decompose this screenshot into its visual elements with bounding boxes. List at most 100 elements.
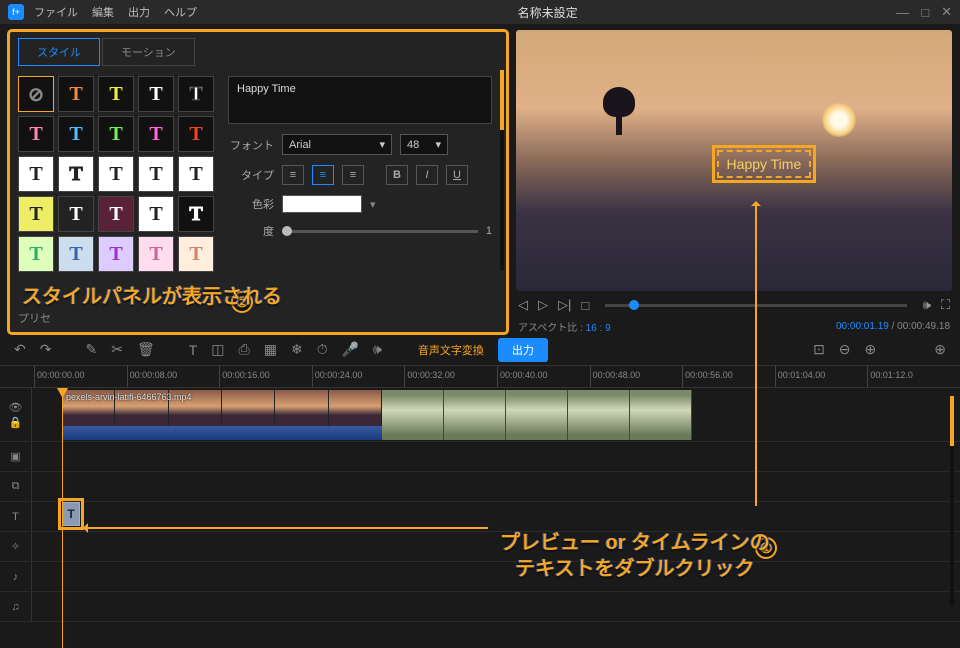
timeline-scrollbar[interactable] [950,396,954,606]
freeze-icon[interactable]: ❄ [291,341,303,358]
pip-track-icon[interactable]: ⧉ [0,472,32,501]
timeline-ruler[interactable]: 00:00:00.00 00:00:08.00 00:00:16.00 00:0… [0,366,960,388]
style-swatch[interactable]: T [98,76,134,112]
volume-button[interactable]: 🕪 [923,297,931,313]
color-label: 色彩 [228,196,274,212]
video-clip-1[interactable]: pexels-arvin-latifi-6466763.mp4 [62,390,382,440]
style-swatch[interactable]: T [58,196,94,232]
panel-scrollbar[interactable] [500,70,504,270]
zoom-in-icon[interactable]: ⊕ [865,341,877,358]
preview-video[interactable]: Happy Time [516,30,952,291]
tab-style[interactable]: スタイル [18,38,100,66]
menu-export[interactable]: 出力 [128,4,150,20]
style-swatch[interactable]: T [98,196,134,232]
timeline-toolbar: ↶ ↷ ✎ ✂ 🗑 T ◫ ⎙ ▦ ❄ ⏱ 🎤 🕪 音声文字変換 出力 ⊡ ⊖ … [0,334,960,366]
aspect-ratio[interactable]: 16 : 9 [586,323,611,334]
align-left-button[interactable]: ≡ [282,165,304,185]
speed-icon[interactable]: ⏱ [317,341,328,358]
style-swatch[interactable]: T [138,236,174,272]
mic-icon[interactable]: 🎤 [342,341,359,358]
video-clip-2[interactable] [382,390,692,440]
style-swatch[interactable]: T [98,156,134,192]
text-tool-icon[interactable]: T [189,342,198,358]
style-swatch[interactable]: T [18,156,54,192]
opacity-slider[interactable] [282,230,478,233]
zoom-in-right-icon[interactable]: ⊕ [934,341,946,358]
align-right-button[interactable]: ≡ [342,165,364,185]
stop-button[interactable]: □ [581,298,589,313]
close-button[interactable]: ✕ [941,4,952,20]
style-swatch[interactable]: T [98,116,134,152]
ruler-tick: 00:00:24.00 [312,366,405,387]
volume-tool-icon[interactable]: 🕪 [373,341,382,358]
text-overlay[interactable]: Happy Time [717,150,812,178]
fullscreen-button[interactable]: ⛶ [941,297,950,313]
ruler-tick: 00:00:00.00 [34,366,127,387]
style-swatch[interactable]: T [18,196,54,232]
sun-icon [822,103,856,137]
undo-button[interactable]: ↶ [14,341,26,358]
menu-edit[interactable]: 編集 [92,4,114,20]
timecode-current: 00:00:01.19 [836,321,889,332]
window-title: 名称未設定 [211,4,884,21]
timeline-tracks: 👁 🔒 pexels-arvin-latifi-6466763.mp4 ▣ ⧉ T… [0,388,960,622]
snapshot-icon[interactable]: ⎙ [239,341,250,358]
font-select[interactable]: Arial▾ [282,134,392,155]
eye-icon[interactable]: 👁 [9,401,23,414]
export-button[interactable]: 出力 [498,338,548,362]
style-swatch[interactable]: T [18,116,54,152]
style-swatch[interactable]: T [138,196,174,232]
bold-button[interactable]: B [386,165,408,185]
zoom-fit-icon[interactable]: ⊡ [813,341,825,358]
text-track-icon[interactable]: T [0,502,32,531]
annotation-arrow-vertical [755,206,757,506]
style-swatch[interactable]: T [178,76,214,112]
underline-button[interactable]: U [446,165,468,185]
delete-icon[interactable]: 🗑 [137,341,155,358]
text-value-input[interactable]: Happy Time [228,76,492,124]
style-swatch[interactable]: T [178,116,214,152]
style-swatch[interactable]: T [98,236,134,272]
effect-track-icon[interactable]: ✧ [0,532,32,561]
cut-icon[interactable]: ✂ [111,341,123,358]
ruler-tick: 00:01:12.0 [867,366,960,387]
style-swatch[interactable]: T [58,236,94,272]
menu-file[interactable]: ファイル [34,4,78,20]
tab-motion[interactable]: モーション [102,38,195,66]
style-swatch[interactable]: T [178,156,214,192]
redo-button[interactable]: ↷ [40,341,52,358]
playhead[interactable] [62,388,63,648]
style-swatch[interactable]: T [58,76,94,112]
style-swatch[interactable]: T [58,116,94,152]
ruler-tick: 00:00:40.00 [497,366,590,387]
audio-track-2-icon[interactable]: ♫ [0,592,32,621]
next-frame-button[interactable]: ▷| [558,297,571,313]
style-swatch[interactable]: T [138,116,174,152]
mosaic-icon[interactable]: ▦ [264,341,277,358]
style-swatch[interactable]: T [178,196,214,232]
edit-icon[interactable]: ✎ [85,341,97,358]
prev-frame-button[interactable]: ◁ [518,297,528,313]
voice-to-text-button[interactable]: 音声文字変換 [418,342,484,358]
play-button[interactable]: ▷ [538,297,548,313]
color-picker[interactable] [282,195,362,213]
overlay-track: ▣ [0,442,960,472]
menu-help[interactable]: ヘルプ [164,4,197,20]
style-swatch[interactable]: T [18,236,54,272]
style-panel: スタイル モーション ⊘ T T T T T T T T T T T T T T… [8,30,508,334]
italic-button[interactable]: I [416,165,438,185]
lock-icon[interactable]: 🔒 [9,416,23,429]
overlay-track-icon[interactable]: ▣ [0,442,32,471]
font-size-select[interactable]: 48▾ [400,134,448,155]
style-swatch[interactable]: T [178,236,214,272]
style-swatch[interactable]: T [58,156,94,192]
style-swatch[interactable]: T [138,76,174,112]
style-none[interactable]: ⊘ [18,76,54,112]
maximize-button[interactable]: □ [921,5,929,20]
style-swatch[interactable]: T [138,156,174,192]
zoom-out-icon[interactable]: ⊖ [839,341,851,358]
audio-track-icon[interactable]: ♪ [0,562,32,591]
crop-icon[interactable]: ◫ [211,341,224,358]
align-center-button[interactable]: ≡ [312,165,334,185]
minimize-button[interactable]: — [896,5,909,20]
